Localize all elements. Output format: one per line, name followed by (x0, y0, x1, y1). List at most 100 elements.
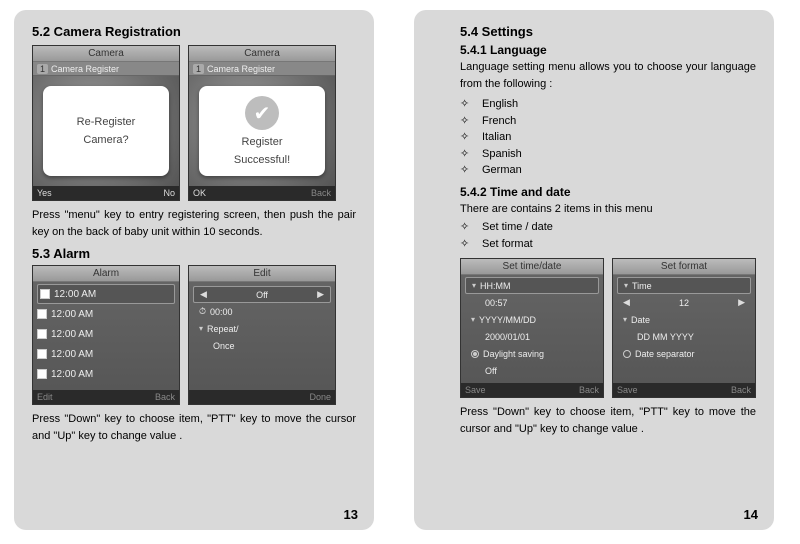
list-item: ✧Spanish (460, 146, 756, 163)
para-registration: Press "menu" key to entry registering sc… (32, 207, 356, 240)
list-item[interactable]: 12:00 AM (37, 324, 175, 344)
softkey-left[interactable]: Save (465, 383, 486, 397)
language-list: ✧English ✧French ✧Italian ✧Spanish ✧Germ… (460, 96, 756, 179)
screen-alarm-edit: Edit ◀Off▶ ⏱00:00 ▾Repeat/ Once Done (188, 265, 336, 405)
softkey-right[interactable]: Done (309, 390, 331, 404)
edit-fields: ◀Off▶ ⏱00:00 ▾Repeat/ Once (189, 282, 335, 390)
list-item: ✧English (460, 96, 756, 113)
field-dst-label[interactable]: Daylight saving (465, 345, 599, 362)
list-item[interactable]: 12:00 AM (37, 284, 175, 304)
chevron-down-icon: ▾ (624, 281, 628, 290)
para-language: Language setting menu allows you to choo… (460, 59, 756, 92)
screen-camera-reregister: Camera 1Camera Register Re-Register Came… (32, 45, 180, 201)
screen-title: Camera (189, 46, 335, 62)
screen-footer: Save Back (461, 383, 603, 397)
screen-camera-success: Camera 1Camera Register ✔ Register Succe… (188, 45, 336, 201)
screen-footer: Done (189, 390, 335, 404)
checkbox-icon[interactable] (40, 289, 50, 299)
screen-title: Set format (613, 259, 755, 275)
softkey-right[interactable]: Back (155, 390, 175, 404)
para-settings: Press "Down" key to choose item, "PTT" k… (460, 404, 756, 437)
format-fields: ▾Time ◀12▶ ▾Date DD MM YYYY Date separat… (613, 275, 755, 383)
dialog-line2: Successful! (234, 154, 290, 166)
chevron-down-icon: ▾ (199, 324, 203, 333)
chevron-down-icon: ▾ (623, 315, 627, 324)
chevron-down-icon: ▾ (472, 281, 476, 290)
softkey-right[interactable]: Back (311, 186, 331, 200)
para-timedate: There are contains 2 items in this menu (460, 201, 756, 218)
screen-subtitle: 1Camera Register (33, 62, 179, 76)
screen-body: ✔ Register Successful! (189, 76, 335, 186)
alarm-list: 12:00 AM 12:00 AM 12:00 AM 12:00 AM 12:0… (33, 282, 179, 390)
alarm-screens-row: Alarm 12:00 AM 12:00 AM 12:00 AM 12:00 A… (32, 265, 356, 405)
camera-screens-row: Camera 1Camera Register Re-Register Came… (32, 45, 356, 201)
heading-5-4-1: 5.4.1 Language (460, 43, 756, 57)
screen-footer: OK Back (189, 186, 335, 200)
screen-set-time-date: Set time/date ▾HH:MM 00:57 ▾YYYY/MM/DD 2… (460, 258, 604, 398)
field-time[interactable]: ⏱00:00 (193, 303, 331, 320)
screen-alarm-list: Alarm 12:00 AM 12:00 AM 12:00 AM 12:00 A… (32, 265, 180, 405)
timedate-list: ✧Set time / date ✧Set format (460, 219, 756, 252)
softkey-right[interactable]: No (163, 186, 175, 200)
field-date-label[interactable]: ▾Date (617, 311, 751, 328)
field-date-value[interactable]: 2000/01/01 (465, 328, 599, 345)
softkey-left[interactable]: Save (617, 383, 638, 397)
para-alarm: Press "Down" key to choose item, "PTT" k… (32, 411, 356, 444)
dialog-reregister: Re-Register Camera? (43, 86, 169, 176)
list-item: ✧Set time / date (460, 219, 756, 236)
screen-title: Alarm (33, 266, 179, 282)
field-hhmm-value[interactable]: 00:57 (465, 294, 599, 311)
page-13: 5.2 Camera Registration Camera 1Camera R… (14, 10, 374, 530)
settings-screens-row: Set time/date ▾HH:MM 00:57 ▾YYYY/MM/DD 2… (460, 258, 756, 398)
softkey-right[interactable]: Back (731, 383, 751, 397)
screen-title: Camera (33, 46, 179, 62)
heading-5-4-2: 5.4.2 Time and date (460, 185, 756, 199)
field-time-label[interactable]: ▾Time (617, 277, 751, 294)
radio-icon[interactable] (623, 350, 631, 358)
softkey-left[interactable]: OK (193, 186, 206, 200)
list-item[interactable]: 12:00 AM (37, 344, 175, 364)
field-time-value[interactable]: ◀12▶ (617, 294, 751, 311)
checkbox-icon[interactable] (37, 329, 47, 339)
field-onoff[interactable]: ◀Off▶ (193, 286, 331, 303)
screen-set-format: Set format ▾Time ◀12▶ ▾Date DD MM YYYY D… (612, 258, 756, 398)
list-item[interactable]: 12:00 AM (37, 364, 175, 384)
dialog-line2: Camera? (83, 134, 128, 146)
dialog-line1: Re-Register (77, 116, 136, 128)
page-number: 14 (744, 507, 758, 522)
field-sep-label[interactable]: Date separator (617, 345, 751, 362)
heading-5-4: 5.4 Settings (460, 24, 756, 39)
field-dst-value[interactable]: Off (465, 362, 599, 379)
field-repeat-label: ▾Repeat/ (193, 320, 331, 337)
screen-footer: Save Back (613, 383, 755, 397)
chevron-down-icon: ▾ (471, 315, 475, 324)
page-14: 5.4 Settings 5.4.1 Language Language set… (414, 10, 774, 530)
list-item: ✧French (460, 113, 756, 130)
field-repeat-value[interactable]: Once (193, 337, 331, 354)
heading-5-3: 5.3 Alarm (32, 246, 356, 261)
screen-title: Set time/date (461, 259, 603, 275)
page-number: 13 (344, 507, 358, 522)
checkbox-icon[interactable] (37, 309, 47, 319)
softkey-left[interactable]: Yes (37, 186, 52, 200)
softkey-right[interactable]: Back (579, 383, 599, 397)
field-date-value[interactable]: DD MM YYYY (617, 328, 751, 345)
list-item: ✧Italian (460, 129, 756, 146)
dialog-success: ✔ Register Successful! (199, 86, 325, 176)
field-date-label[interactable]: ▾YYYY/MM/DD (465, 311, 599, 328)
settings-fields: ▾HH:MM 00:57 ▾YYYY/MM/DD 2000/01/01 Dayl… (461, 275, 603, 383)
checkbox-icon[interactable] (37, 349, 47, 359)
list-item[interactable]: 12:00 AM (37, 304, 175, 324)
heading-5-2: 5.2 Camera Registration (32, 24, 356, 39)
dialog-line1: Register (242, 136, 283, 148)
screen-footer: Edit Back (33, 390, 179, 404)
radio-icon[interactable] (471, 350, 479, 358)
screen-body: Re-Register Camera? (33, 76, 179, 186)
checkbox-icon[interactable] (37, 369, 47, 379)
screen-footer: Yes No (33, 186, 179, 200)
field-hhmm-label[interactable]: ▾HH:MM (465, 277, 599, 294)
softkey-left[interactable]: Edit (37, 390, 53, 404)
check-icon: ✔ (245, 96, 279, 130)
list-item: ✧German (460, 162, 756, 179)
list-item: ✧Set format (460, 236, 756, 253)
